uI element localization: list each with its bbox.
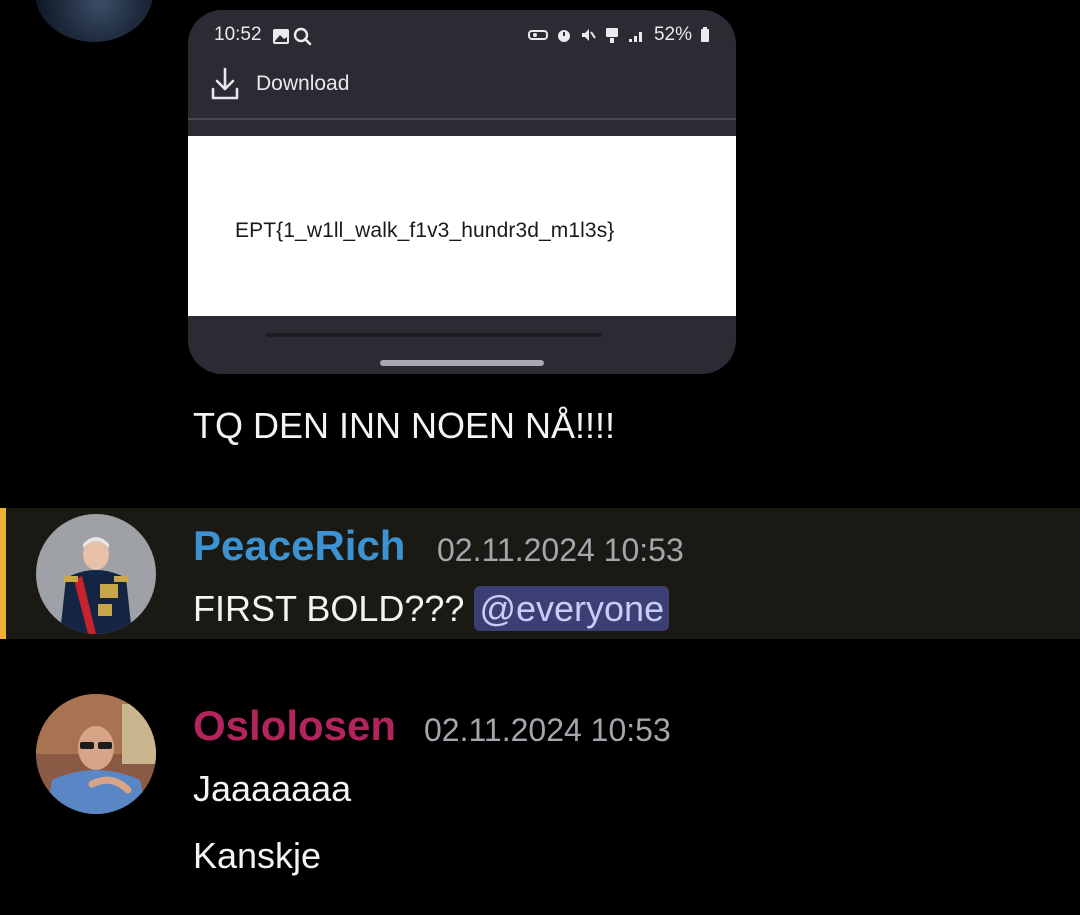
mute-icon	[581, 29, 596, 41]
message-content: FIRST BOLD??? @everyone	[193, 586, 670, 631]
message-text: FIRST BOLD???	[193, 588, 475, 629]
download-label: Download	[256, 72, 350, 95]
status-right-icons: 52%	[527, 24, 710, 46]
download-icon	[211, 67, 239, 100]
attached-screenshot[interactable]: 10:52 52% Download EPT{1_w1ll_walk_f1v3_…	[188, 10, 736, 374]
document-text: EPT{1_w1ll_walk_f1v3_hundr3d_m1l3s}	[235, 219, 615, 242]
status-time: 10:52	[214, 24, 262, 45]
alarm-icon	[557, 30, 570, 42]
home-indicator	[380, 360, 544, 366]
avatar-image	[36, 514, 156, 634]
avatar-peacerich[interactable]	[36, 514, 156, 634]
avatar-oslolosen[interactable]	[36, 694, 156, 814]
message-text: Jaaaaaaa	[193, 768, 352, 809]
message-text: Kanskje	[193, 835, 322, 876]
signal-icon	[628, 32, 642, 42]
document-preview: EPT{1_w1ll_walk_f1v3_hundr3d_m1l3s}	[188, 136, 736, 316]
mention-everyone[interactable]: @everyone	[474, 586, 670, 631]
battery-percent: 52%	[653, 24, 692, 45]
message-text: TQ DEN INN NOEN NÅ!!!!	[193, 405, 616, 446]
image-icon	[273, 27, 312, 46]
wifi-calling-icon	[605, 28, 618, 43]
bottom-sheet-bar	[266, 333, 602, 337]
message-timestamp: 02.11.2024 10:53	[424, 712, 671, 748]
author-name-oslolosen[interactable]: Oslolosen	[193, 702, 396, 750]
avatar-previous-author[interactable]	[35, 0, 153, 42]
status-left-icons	[272, 27, 318, 47]
author-name-peacerich[interactable]: PeaceRich	[193, 522, 405, 570]
header-divider	[188, 118, 736, 120]
message-timestamp: 02.11.2024 10:53	[437, 532, 684, 568]
download-header[interactable]: Download	[210, 64, 349, 104]
phone-status-bar: 10:52 52%	[214, 24, 710, 50]
battery-icon	[701, 27, 709, 42]
mention-indicator-bar	[0, 508, 6, 639]
avatar-image	[36, 694, 156, 814]
vpn-key-icon	[527, 30, 548, 40]
